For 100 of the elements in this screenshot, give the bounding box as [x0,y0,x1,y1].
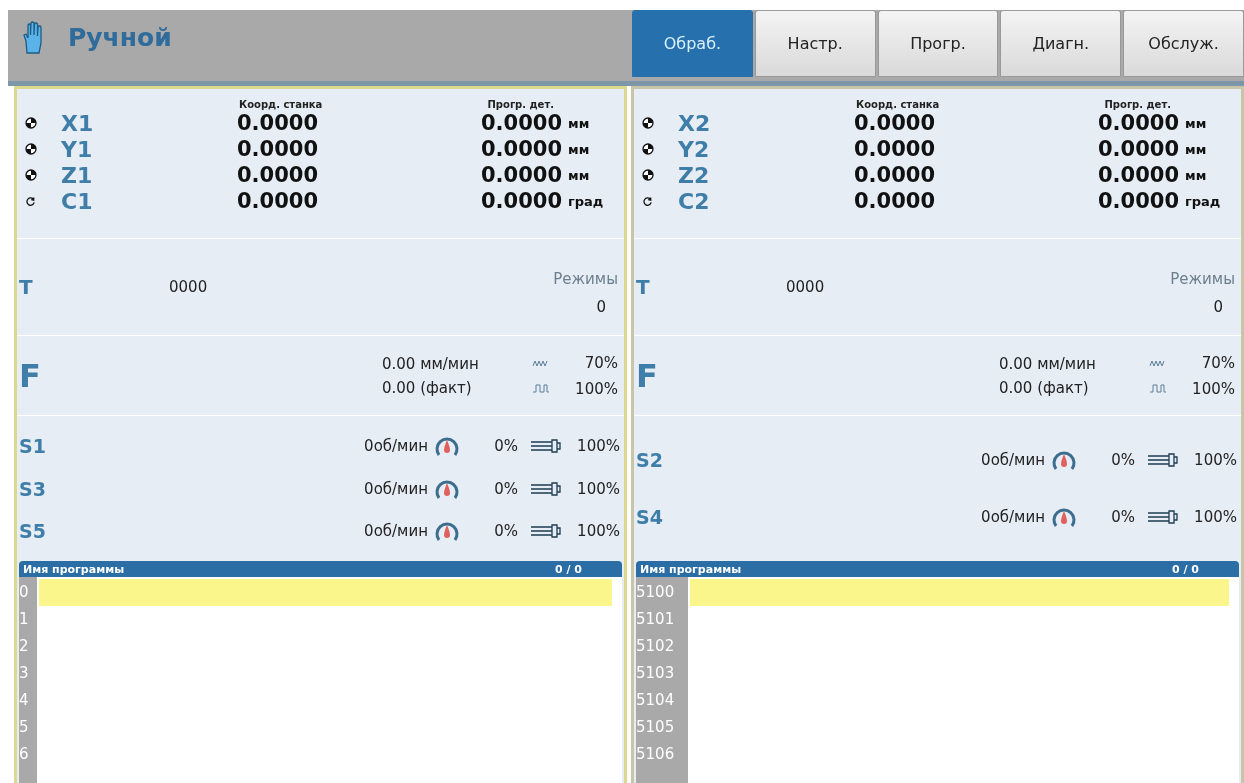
program-count: 0 / 0 [1172,562,1199,576]
machine-coordinate: 0.0000 [237,189,320,213]
column-header: Прогр. дет. [486,99,555,110]
unit-label: мм [567,115,591,131]
machine-coordinate: 0.0000 [854,111,937,135]
spindle-override: 100% [576,521,620,540]
line-number: 5102 [636,636,676,657]
program-coordinate: 0.0000 [479,137,562,161]
program-coordinate: 0.0000 [479,189,562,213]
line-number: 0 [19,582,30,603]
modes-value: 0 [596,298,607,316]
rotation-icon [25,195,36,207]
line-number: 2 [19,636,30,657]
spindle-load: 0% [1110,507,1135,526]
column-header: Прогр. дет. [1103,99,1172,110]
spindle-override: 100% [1193,451,1237,470]
reference-point-icon [642,117,654,129]
feed-rate: 0.00 мм/мин [999,354,1097,373]
program-coordinate: 0.0000 [1096,189,1179,213]
program-title: Имя программы [640,562,742,576]
line-number: 6 [19,744,30,765]
spindle-speed: 0об/мин [364,479,428,498]
spindle-override: 100% [576,437,620,456]
rotation-icon [642,195,653,207]
modes-label: Режимы [1170,270,1235,288]
line-number: 5106 [636,744,676,765]
reference-point-icon [642,169,654,181]
unit-label: мм [567,167,591,183]
program-title: Имя программы [23,562,125,576]
spindle-speed: 0об/мин [364,521,428,540]
spindle-speed: 0об/мин [364,437,428,456]
zigzag-icon [532,358,548,367]
spindle-name: S5 [19,519,47,542]
feed-rate: 0.00 мм/мин [382,354,480,373]
machine-coordinate: 0.0000 [854,189,937,213]
modes-value: 0 [1213,298,1224,316]
machine-coordinate: 0.0000 [237,111,320,135]
program-coordinate: 0.0000 [1096,137,1179,161]
tab[interactable]: Обраб. [632,10,753,77]
feed-override: 100% [1191,379,1235,398]
machine-coordinate: 0.0000 [854,163,937,187]
feed-label: F [636,356,659,395]
spindle-speed: 0об/мин [981,451,1045,470]
line-number: 5105 [636,717,676,738]
axis-name: X1 [61,110,95,136]
line-number: 5100 [636,582,676,603]
unit-label: град [1184,193,1222,209]
actual-feed: 0.00 (факт) [999,378,1090,397]
program-coordinate: 0.0000 [479,111,562,135]
spindle-override: 100% [1193,507,1237,526]
axis-name: Z1 [61,162,94,188]
column-header: Коорд. станка [855,99,941,110]
spindle-load: 0% [493,479,518,498]
axis-name: C1 [61,188,94,214]
spindle-load: 0% [493,437,518,456]
tab[interactable]: Настр. [754,10,876,77]
machine-coordinate: 0.0000 [854,137,937,161]
actual-feed: 0.00 (факт) [382,378,473,397]
shaft-icon [530,438,562,455]
line-number: 1 [19,609,30,630]
axis-name: X2 [678,110,712,136]
column-header: Коорд. станка [238,99,324,110]
line-number: 5104 [636,690,676,711]
feed-label: F [19,356,42,395]
shaft-icon [530,522,562,539]
spindle-name: S4 [636,505,664,528]
shaft-icon [530,480,562,497]
feed-override: 100% [574,379,618,398]
reference-point-icon [25,169,37,181]
spindle-name: S1 [19,435,47,458]
rapid-override: 70% [1200,353,1235,372]
line-number: 3 [19,663,30,684]
modes-label: Режимы [553,270,618,288]
wave-icon [1149,384,1167,393]
spindle-name: S3 [19,477,47,500]
shaft-icon [1147,452,1179,469]
tool-label: T [636,275,651,299]
zigzag-icon [1149,358,1165,367]
line-number: 5101 [636,609,676,630]
unit-label: мм [1184,115,1208,131]
tab[interactable]: Диагн. [1000,10,1122,77]
unit-label: град [567,193,605,209]
axis-name: C2 [678,188,711,214]
program-coordinate: 0.0000 [479,163,562,187]
spindle-override: 100% [576,479,620,498]
shaft-icon [1147,508,1179,525]
axis-name: Z2 [678,162,711,188]
reference-point-icon [642,143,654,155]
unit-label: мм [1184,167,1208,183]
spindle-load: 0% [493,521,518,540]
rapid-override: 70% [583,353,618,372]
tab[interactable]: Прогр. [877,10,999,77]
program-count: 0 / 0 [555,562,582,576]
reference-point-icon [25,117,37,129]
wave-icon [532,384,550,393]
tab[interactable]: Обслуж. [1123,10,1244,77]
reference-point-icon [25,143,37,155]
spindle-speed: 0об/мин [981,507,1045,526]
axis-name: Y1 [61,136,94,162]
axis-name: Y2 [678,136,711,162]
